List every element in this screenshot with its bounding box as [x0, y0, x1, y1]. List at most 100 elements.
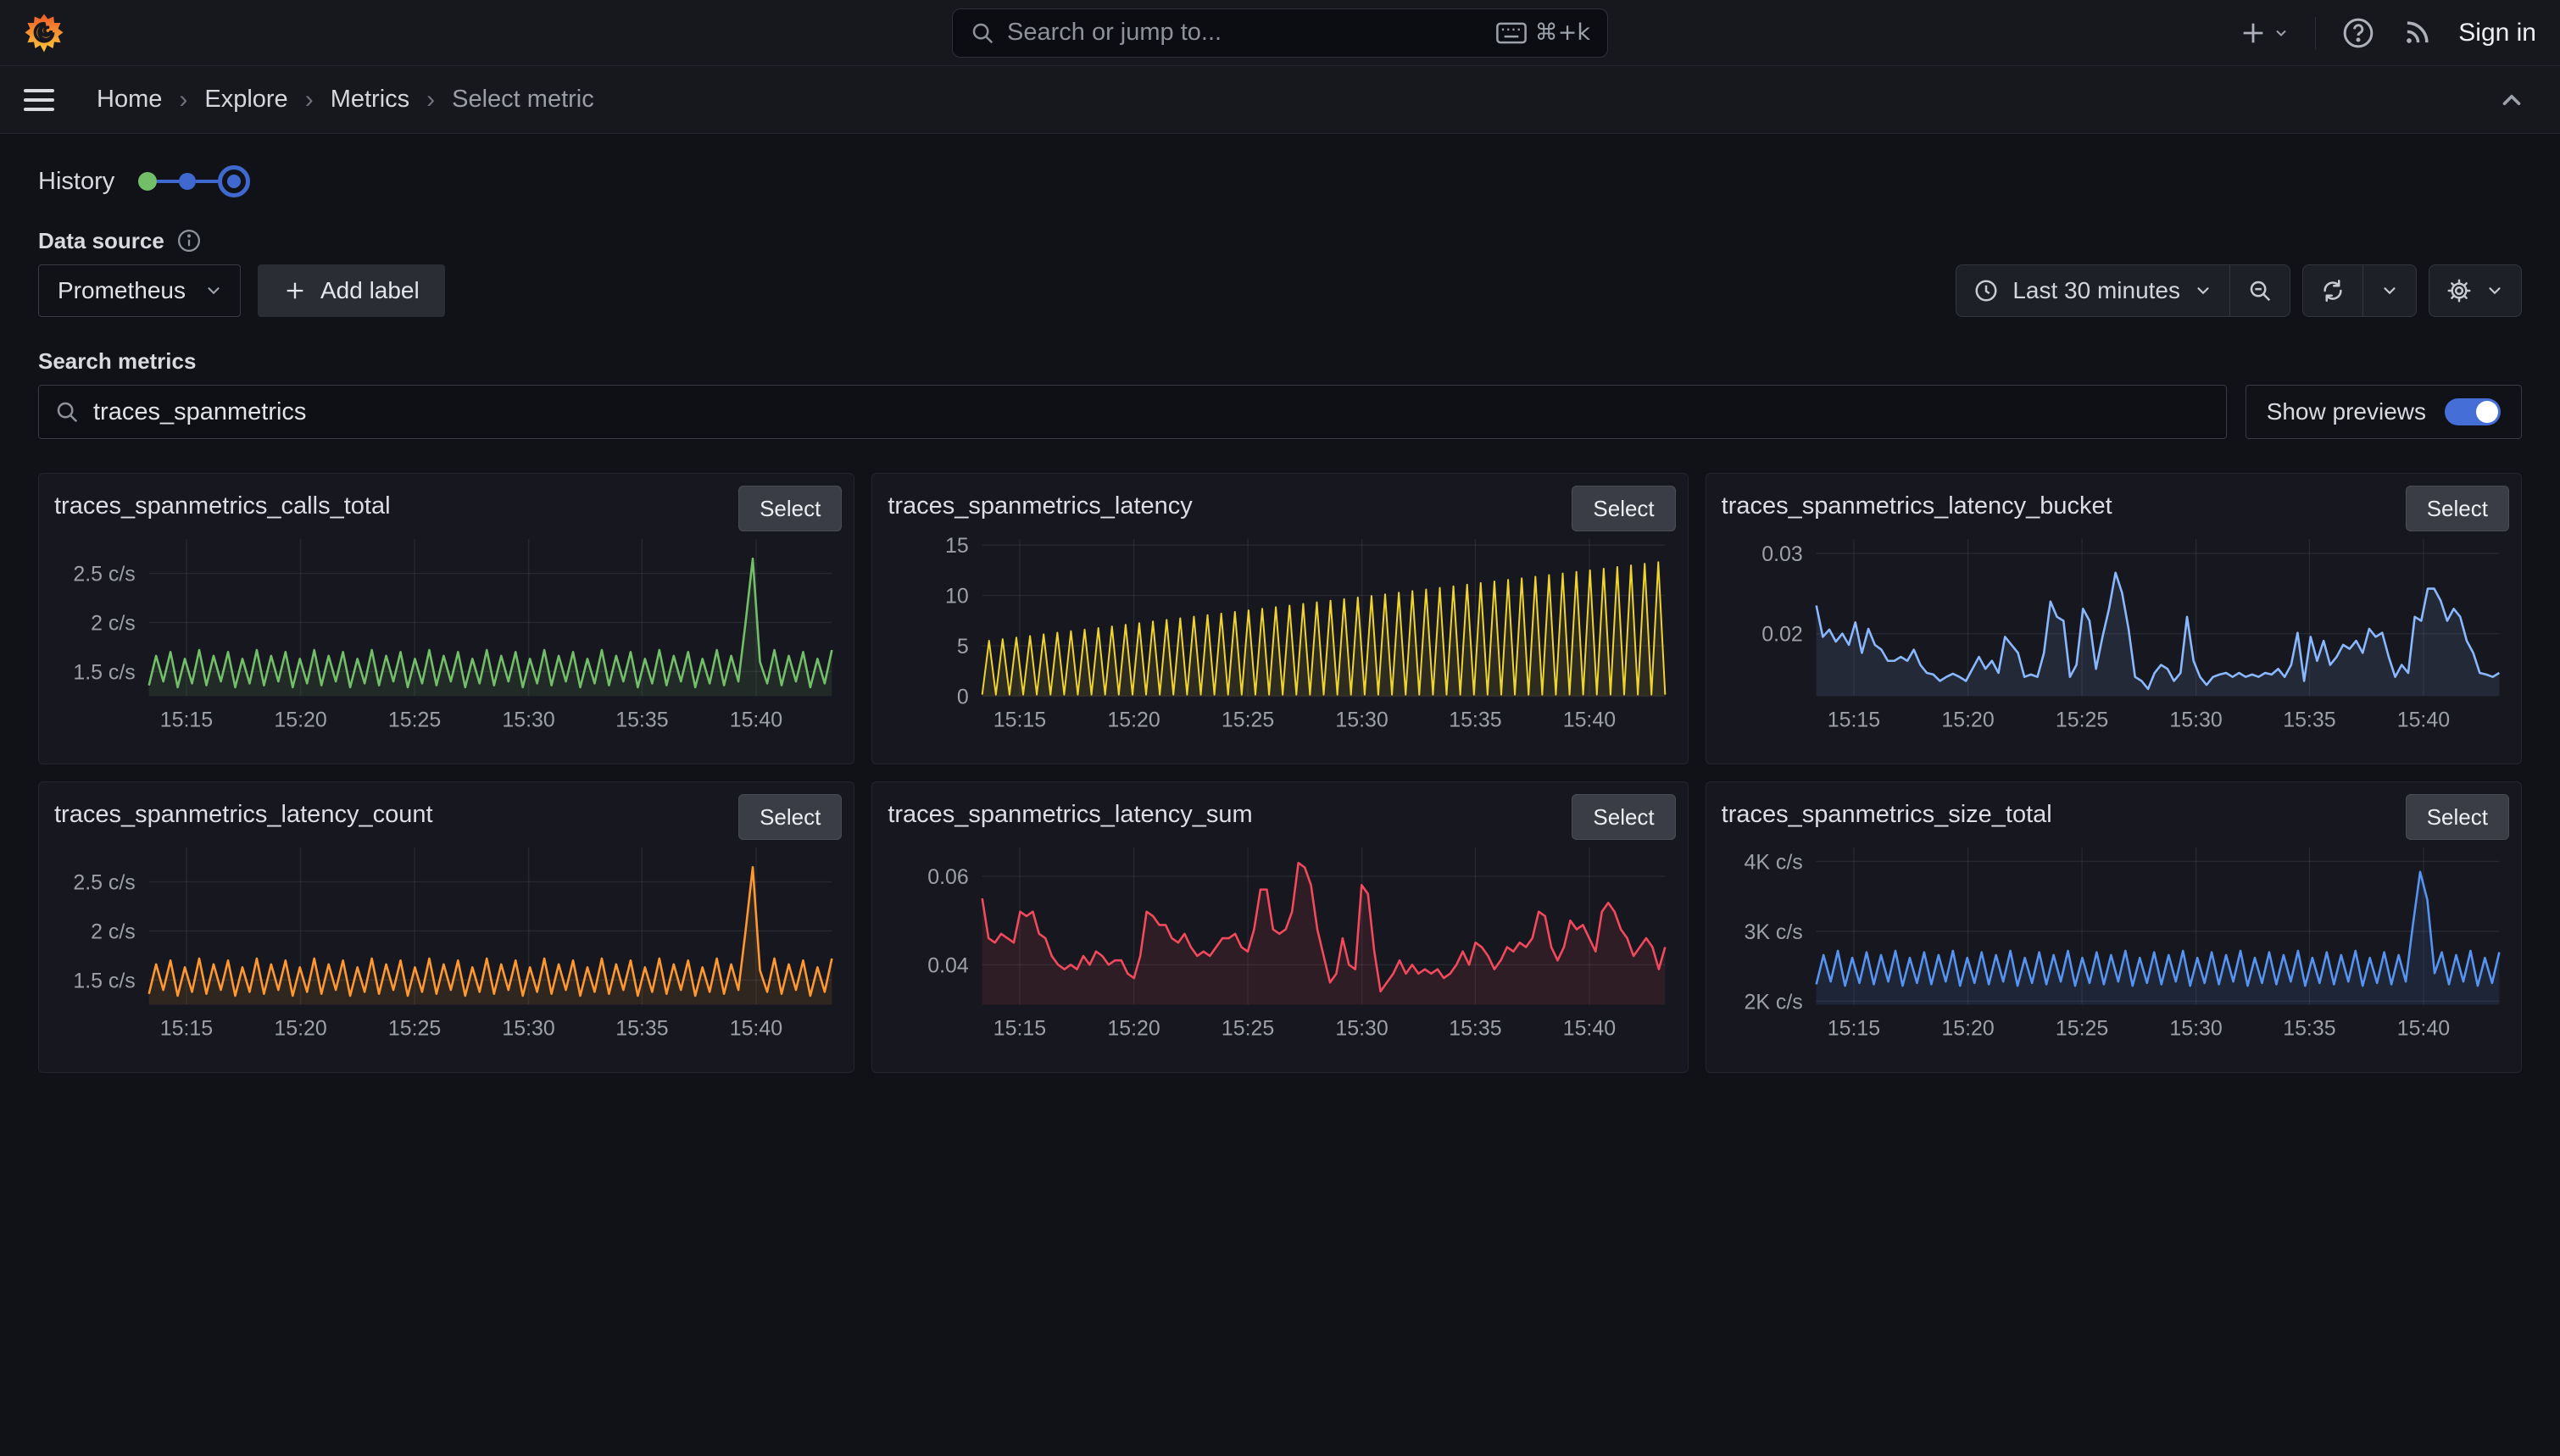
breadcrumb-metrics[interactable]: Metrics [331, 86, 409, 114]
select-button[interactable]: Select [1572, 486, 1675, 531]
collapse-panel-button[interactable] [2497, 86, 2526, 114]
breadcrumb-home[interactable]: Home [97, 86, 162, 114]
breadcrumb-separator: › [305, 86, 314, 114]
svg-text:15:20: 15:20 [1108, 1016, 1160, 1040]
show-previews-control: Show previews [2246, 385, 2522, 439]
metric-preview-card: traces_spanmetrics_latency_bucket Select… [1706, 473, 2522, 764]
svg-text:15:40: 15:40 [2396, 1016, 2449, 1040]
svg-text:15:25: 15:25 [1222, 708, 1274, 731]
svg-text:3K c/s: 3K c/s [1744, 920, 1802, 944]
menu-toggle[interactable] [24, 83, 54, 117]
metrics-grid: traces_spanmetrics_calls_total Select 1.… [38, 473, 2522, 1073]
refresh-icon [2320, 278, 2346, 303]
refresh-interval-dropdown[interactable] [2362, 265, 2416, 316]
breadcrumb-explore[interactable]: Explore [204, 86, 287, 114]
help-button[interactable] [2341, 16, 2375, 50]
search-icon [54, 399, 80, 425]
svg-text:2.5 c/s: 2.5 c/s [73, 563, 135, 586]
svg-text:15:30: 15:30 [1336, 708, 1389, 731]
zoom-out-button[interactable] [2229, 265, 2290, 316]
history-connector [196, 180, 218, 183]
select-button[interactable]: Select [2406, 486, 2509, 531]
time-range-button[interactable]: Last 30 minutes [1956, 265, 2229, 316]
svg-text:0: 0 [957, 685, 969, 709]
add-label-button[interactable]: Add label [258, 264, 445, 317]
search-metrics-label: Search metrics [38, 348, 196, 375]
svg-text:15:35: 15:35 [2283, 1016, 2335, 1040]
history-label: History [38, 168, 114, 196]
svg-text:15:25: 15:25 [1222, 1016, 1274, 1040]
svg-text:15:40: 15:40 [730, 708, 782, 731]
breadcrumb-current: Select metric [452, 86, 594, 114]
metric-title: traces_spanmetrics_latency_sum [888, 796, 1675, 829]
svg-text:1.5 c/s: 1.5 c/s [73, 969, 135, 992]
select-button[interactable]: Select [1572, 794, 1675, 840]
info-icon[interactable] [176, 228, 202, 253]
svg-text:15:25: 15:25 [2056, 708, 2108, 731]
time-range-label: Last 30 minutes [2012, 277, 2180, 304]
metric-preview-chart: 2K c/s3K c/s4K c/s15:1515:2015:2515:3015… [1722, 837, 2509, 1047]
metric-preview-card: traces_spanmetrics_calls_total Select 1.… [38, 473, 854, 764]
svg-text:2 c/s: 2 c/s [91, 920, 136, 943]
rss-icon [2401, 17, 2433, 49]
time-picker-group: Last 30 minutes [1956, 264, 2290, 317]
metric-search-input[interactable] [93, 398, 2211, 426]
svg-text:15: 15 [945, 534, 969, 558]
chevron-up-icon [2497, 86, 2526, 114]
metric-preview-chart: 1.5 c/s2 c/s2.5 c/s15:1515:2015:2515:301… [54, 529, 842, 738]
shortcut-label: ⌘+k [1535, 19, 1590, 46]
history-step-middle[interactable] [179, 173, 196, 190]
show-previews-label: Show previews [2267, 398, 2426, 425]
svg-text:2.5 c/s: 2.5 c/s [73, 871, 135, 895]
svg-text:15:15: 15:15 [1827, 1016, 1879, 1040]
datasource-value: Prometheus [58, 277, 186, 304]
svg-text:15:15: 15:15 [160, 708, 213, 731]
global-search-box[interactable]: ⌘+k [952, 8, 1608, 58]
chevron-down-icon [204, 281, 223, 300]
select-button[interactable]: Select [738, 794, 842, 840]
history-step-start[interactable] [138, 172, 157, 191]
history-step-current[interactable] [218, 165, 250, 197]
svg-text:15:35: 15:35 [1450, 708, 1502, 731]
global-search-input[interactable] [1007, 19, 1484, 47]
select-button[interactable]: Select [738, 486, 842, 531]
clock-icon [1973, 278, 1999, 303]
metric-preview-card: traces_spanmetrics_size_total Select 2K … [1706, 781, 2522, 1073]
metric-preview-chart: 0.040.0615:1515:2015:2515:3015:3515:40 [888, 837, 1675, 1047]
grafana-logo[interactable] [24, 13, 64, 53]
svg-text:15:40: 15:40 [730, 1016, 782, 1040]
svg-text:5: 5 [957, 635, 969, 659]
top-navbar: ⌘+k Sign in [0, 0, 2560, 66]
select-button[interactable]: Select [2406, 794, 2509, 840]
plus-icon [2239, 19, 2268, 47]
search-icon [970, 20, 995, 46]
svg-text:0.02: 0.02 [1761, 623, 1802, 647]
svg-text:15:20: 15:20 [274, 1016, 326, 1040]
settings-button[interactable] [2429, 265, 2521, 316]
history-timeline [138, 165, 250, 197]
history-row: History [38, 163, 2522, 200]
breadcrumb-bar: Home › Explore › Metrics › Select metric [0, 66, 2560, 134]
chevron-down-icon [2194, 281, 2212, 300]
breadcrumb-separator: › [179, 86, 187, 114]
metric-search-box[interactable] [38, 385, 2227, 439]
metric-title: traces_spanmetrics_latency_bucket [1722, 487, 2509, 520]
refresh-button[interactable] [2303, 265, 2362, 316]
show-previews-toggle[interactable] [2445, 398, 2501, 425]
svg-text:0.03: 0.03 [1761, 542, 1802, 566]
svg-text:15:30: 15:30 [2169, 1016, 2222, 1040]
svg-text:15:20: 15:20 [1108, 708, 1160, 731]
svg-text:15:20: 15:20 [1941, 1016, 1994, 1040]
sign-in-button[interactable]: Sign in [2458, 19, 2536, 47]
svg-text:15:25: 15:25 [388, 708, 441, 731]
chevron-down-icon [2273, 25, 2290, 42]
svg-text:15:15: 15:15 [993, 708, 1046, 731]
metric-preview-card: traces_spanmetrics_latency_count Select … [38, 781, 854, 1073]
add-new-button[interactable] [2239, 19, 2290, 47]
news-button[interactable] [2401, 17, 2433, 49]
search-shortcut: ⌘+k [1496, 19, 1590, 46]
search-row: Show previews [38, 385, 2522, 439]
svg-text:15:35: 15:35 [615, 708, 668, 731]
history-connector [157, 180, 179, 183]
datasource-picker[interactable]: Prometheus [38, 264, 241, 317]
